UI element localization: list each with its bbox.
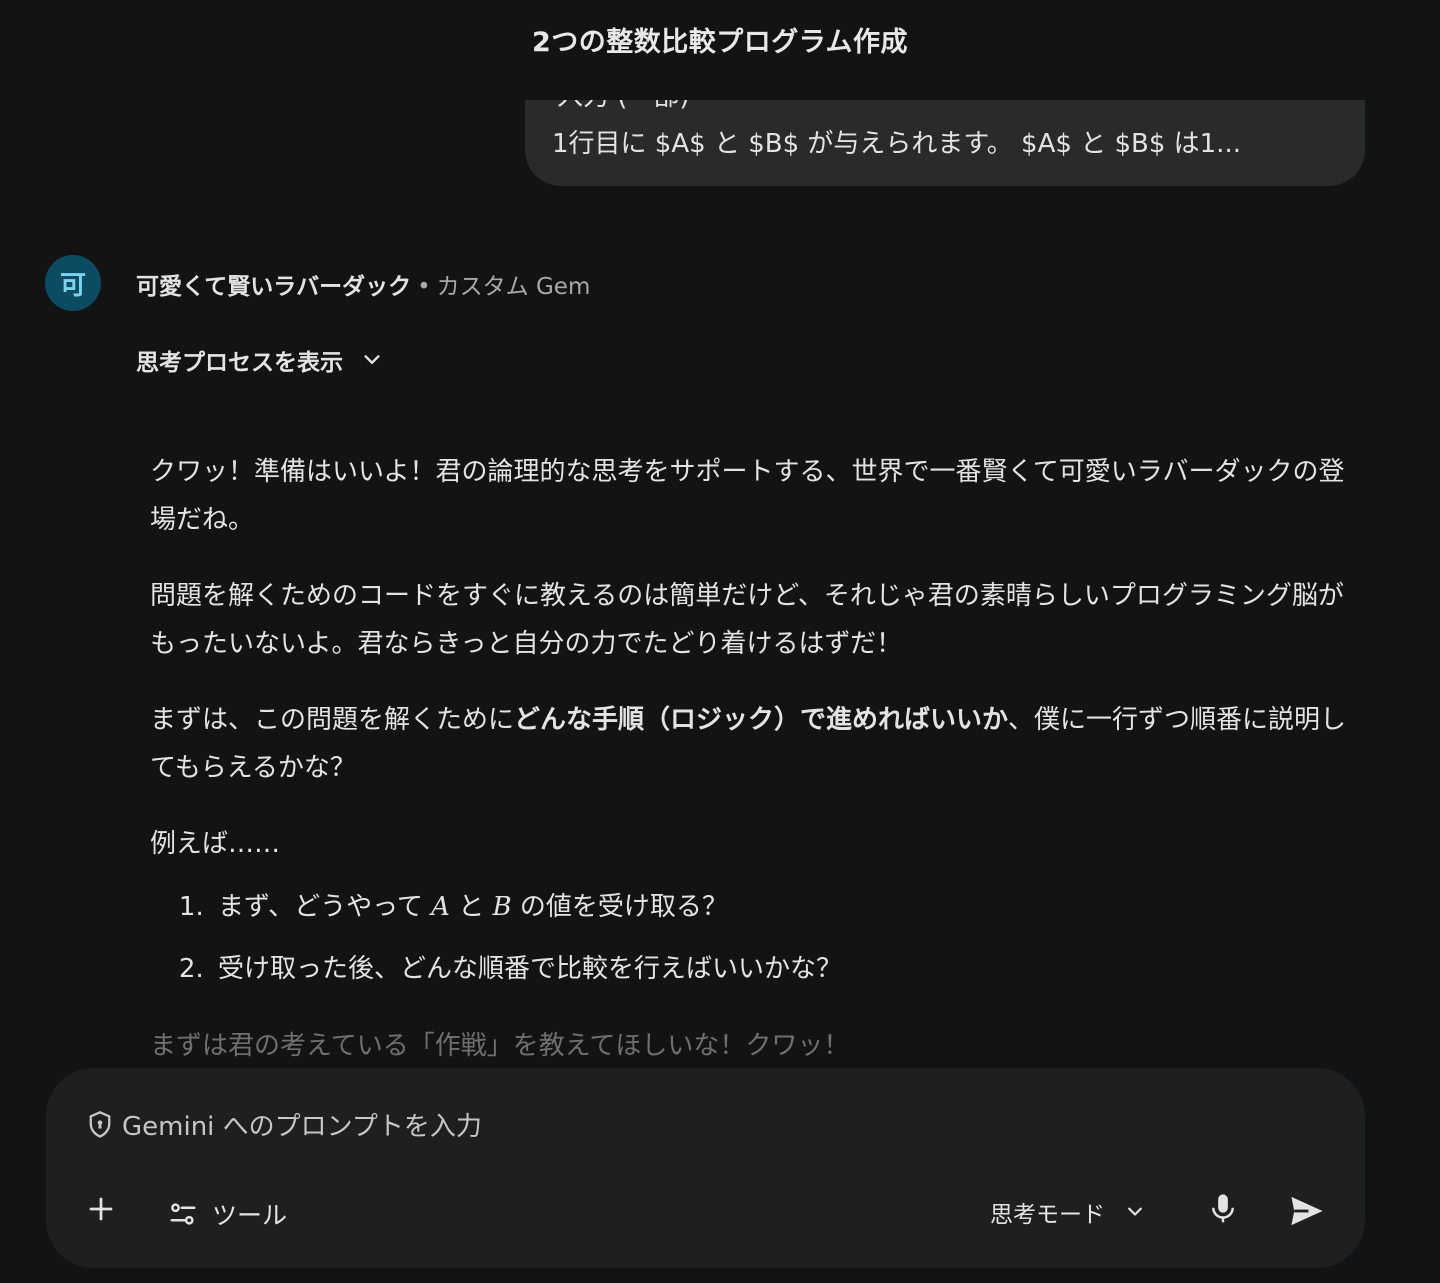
gem-avatar: 可 xyxy=(45,255,101,311)
mic-icon xyxy=(1212,1194,1234,1223)
user-message-bubble: 入力 (一部) 1行目に $A$ と $B$ が与えられます。 $A$ と $B… xyxy=(525,100,1365,186)
gem-type: カスタム Gem xyxy=(436,274,591,300)
gem-name: 可愛くて賢いラバーダック xyxy=(136,274,412,300)
chevron-down-icon xyxy=(1128,1207,1142,1216)
show-thinking-button[interactable]: 思考プロセスを表示 xyxy=(136,343,383,377)
plus-icon xyxy=(89,1197,113,1221)
microphone-button[interactable] xyxy=(1208,1192,1238,1226)
mode-selector[interactable]: 思考モード xyxy=(990,1195,1145,1229)
assistant-response: クワッ！準備はいいよ！君の論理的な思考をサポートする、世界で一番賢くて可愛いラバ… xyxy=(150,448,1350,1098)
response-list: まず、どうやって A と B の値を受け取る？ 受け取った後、どんな順番で比較を… xyxy=(150,876,1350,1000)
conversation-title: 2つの整数比較プログラム作成 xyxy=(532,27,908,58)
tools-button[interactable]: ツール xyxy=(168,1196,287,1232)
chevron-down-icon xyxy=(364,355,380,364)
response-paragraph: クワッ！準備はいいよ！君の論理的な思考をサポートする、世界で一番賢くて可愛いラバ… xyxy=(150,457,1345,535)
list-item: 受け取った後、どんな順番で比較を行えばいいかな？ xyxy=(212,938,1350,1000)
math-variable-a: A xyxy=(431,892,450,922)
response-paragraph: まずは、この問題を解くためにどんな手順（ロジック）で進めればいいか、僕に一行ずつ… xyxy=(150,696,1350,792)
prompt-placeholder: Gemini へのプロンプトを入力 xyxy=(122,1112,482,1142)
response-paragraph: 問題を解くためのコードをすぐに教えるのは簡単だけど、それじゃ君の素晴らしいプログ… xyxy=(150,581,1344,659)
prompt-input[interactable]: Gemini へのプロンプトを入力 xyxy=(86,1106,482,1143)
response-paragraph: 例えば…… xyxy=(150,829,281,859)
response-closing: まずは君の考えている「作戦」を教えてほしいな！クワッ！ xyxy=(150,1031,850,1061)
mode-label: 思考モード xyxy=(990,1202,1105,1228)
gem-header: 可愛くて賢いラバーダック • カスタム Gem xyxy=(136,267,590,301)
shield-icon xyxy=(89,1110,111,1138)
list-text: まず、どうやって xyxy=(218,892,432,922)
prompt-input-box[interactable]: Gemini へのプロンプトを入力 ツール 思考モード xyxy=(46,1068,1365,1268)
send-button[interactable] xyxy=(1288,1194,1326,1228)
show-thinking-label: 思考プロセスを表示 xyxy=(136,350,343,376)
send-icon xyxy=(1291,1196,1323,1226)
add-button[interactable] xyxy=(86,1194,116,1224)
user-message-partial-line: 入力 (一部) xyxy=(557,100,690,113)
user-message-text: 1行目に $A$ と $B$ が与えられます。 $A$ と $B$ は1... xyxy=(552,129,1241,159)
response-text: まずは、この問題を解くために xyxy=(150,705,515,735)
list-item: まず、どうやって A と B の値を受け取る？ xyxy=(212,876,1350,938)
response-bold-text: どんな手順（ロジック）で進めればいいか xyxy=(514,705,1009,735)
chat-page: 2つの整数比較プログラム作成 入力 (一部) 1行目に $A$ と $B$ が与… xyxy=(0,0,1440,1283)
math-variable-b: B xyxy=(492,892,512,922)
tools-label: ツール xyxy=(212,1201,288,1230)
gem-separator: • xyxy=(417,274,431,300)
list-text: の値を受け取る？ xyxy=(511,892,728,922)
tools-icon xyxy=(170,1203,196,1225)
list-text: と xyxy=(449,892,493,922)
